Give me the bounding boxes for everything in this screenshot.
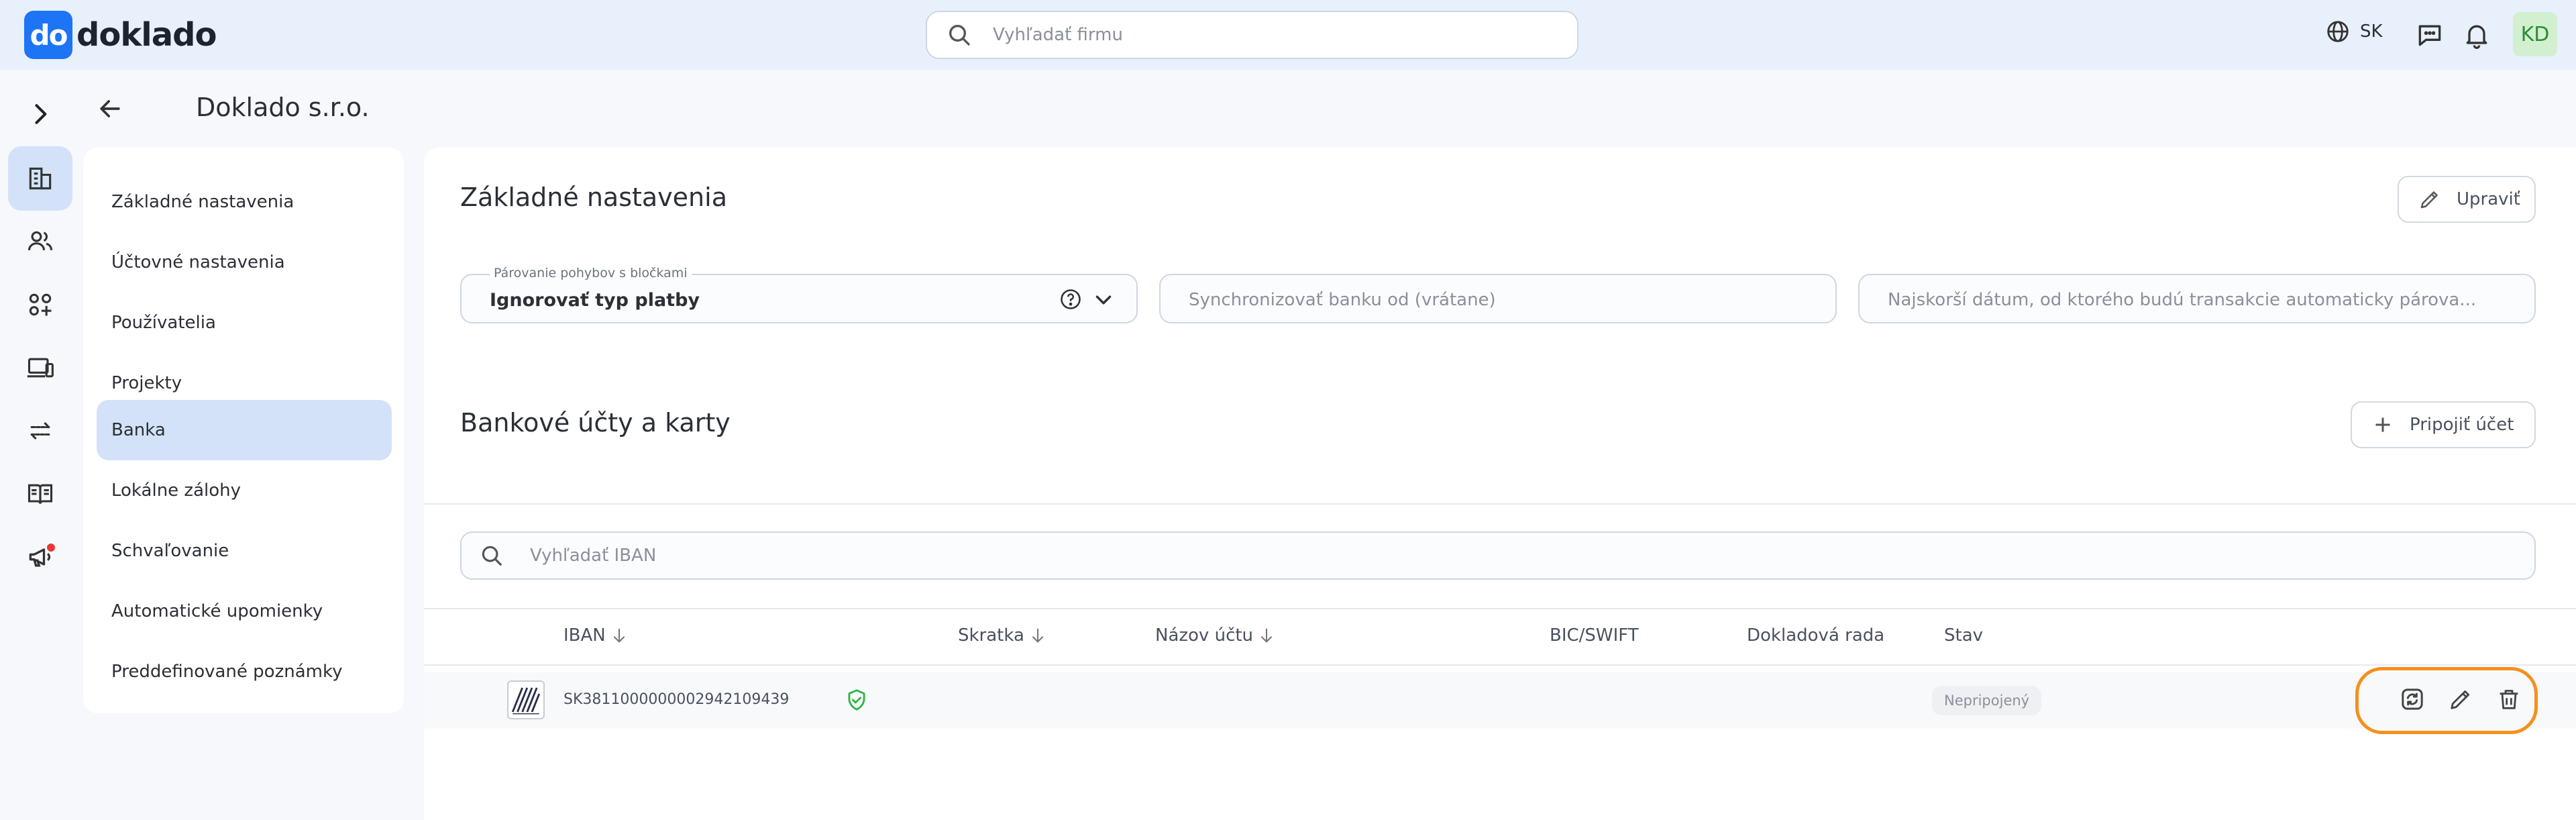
- book-icon[interactable]: [8, 462, 72, 526]
- logo-mark: do: [24, 11, 72, 59]
- users-icon[interactable]: [8, 209, 72, 274]
- bank-logo: [507, 680, 545, 719]
- earliest-date-placeholder: Najskorší dátum, od ktorého budú transak…: [1888, 290, 2477, 310]
- iban-search-input[interactable]: [530, 546, 2475, 566]
- column-label: IBAN: [564, 625, 606, 646]
- trash-icon[interactable]: [2496, 686, 2522, 713]
- sync-from-placeholder: Synchronizovať banku od (vrátane): [1189, 290, 1496, 310]
- column-label: Skratka: [958, 625, 1024, 646]
- expand-sidebar-icon[interactable]: [8, 82, 72, 146]
- pencil-icon: [2420, 191, 2438, 209]
- column-header-iban[interactable]: IBAN: [564, 625, 629, 646]
- company-search-input[interactable]: [993, 25, 1529, 45]
- bank-accounts-title: Bankové účty a karty: [460, 408, 731, 438]
- status-badge: Nepripojený: [1932, 686, 2042, 715]
- search-icon: [482, 546, 502, 566]
- main-panel: Základné nastavenia Upraviť Párovanie po…: [424, 148, 2576, 820]
- nav-item-local-backups[interactable]: Lokálne zálohy: [97, 460, 392, 521]
- devices-icon[interactable]: [8, 336, 72, 400]
- language-code: SK: [2360, 21, 2383, 42]
- column-label: BIC/SWIFT: [1550, 625, 1639, 646]
- chevron-down-icon[interactable]: [1091, 287, 1116, 313]
- plus-icon: [2375, 417, 2390, 432]
- logo-text: doklado: [76, 16, 217, 54]
- transfers-icon[interactable]: [8, 399, 72, 463]
- company-search[interactable]: [926, 11, 1578, 59]
- earliest-date-field[interactable]: Najskorší dátum, od ktorého budú transak…: [1858, 274, 2536, 323]
- top-bar: do doklado SK KD: [0, 0, 2576, 70]
- column-label: Stav: [1944, 625, 1984, 646]
- column-header-bic: BIC/SWIFT: [1550, 625, 1639, 646]
- edit-pencil-icon[interactable]: [2447, 686, 2474, 713]
- column-header-account-name[interactable]: Názov účtu: [1155, 625, 1276, 646]
- sort-arrow-icon: [613, 628, 625, 643]
- connect-account-button[interactable]: Pripojiť účet: [2351, 401, 2536, 448]
- announcements-icon[interactable]: [8, 525, 72, 589]
- notification-dot: [47, 544, 55, 552]
- app-logo[interactable]: do doklado: [24, 11, 217, 59]
- nav-item-notes[interactable]: Preddefinované poznámky: [97, 642, 392, 702]
- companies-icon[interactable]: [8, 146, 72, 211]
- column-header-skratka[interactable]: Skratka: [958, 625, 1047, 646]
- header-divider: [424, 664, 2576, 666]
- connect-account-label: Pripojiť účet: [2410, 415, 2514, 435]
- column-label: Názov účtu: [1155, 625, 1254, 646]
- avatar[interactable]: KD: [2513, 12, 2557, 56]
- column-header-series: Dokladová rada: [1747, 625, 1884, 646]
- table-divider: [424, 608, 2576, 609]
- bell-icon[interactable]: [2462, 20, 2491, 50]
- pairing-label: Párovanie pohybov s bločkami: [490, 266, 692, 280]
- search-icon: [946, 21, 973, 48]
- iban-search[interactable]: [460, 531, 2536, 580]
- edit-button-label: Upraviť: [2457, 189, 2520, 209]
- language-switcher[interactable]: SK: [2325, 19, 2383, 44]
- column-header-status: Stav: [1944, 625, 1983, 646]
- help-icon[interactable]: [1059, 287, 1083, 311]
- apps-icon[interactable]: [8, 272, 72, 337]
- iban-value: SK3811000000002942109439: [564, 691, 790, 708]
- settings-nav: Základné nastavenia Účtovné nastavenia P…: [83, 148, 404, 713]
- verified-shield-icon: [844, 687, 869, 713]
- basic-settings-title: Základné nastavenia: [460, 183, 727, 212]
- table-row[interactable]: SK3811000000002942109439 Nepripojený: [424, 667, 2576, 734]
- sync-icon[interactable]: [2399, 686, 2426, 713]
- edit-button[interactable]: Upraviť: [2398, 176, 2536, 223]
- sync-from-field[interactable]: Synchronizovať banku od (vrátane): [1159, 274, 1837, 323]
- chat-icon[interactable]: [2415, 20, 2445, 50]
- back-arrow-icon[interactable]: [95, 94, 125, 123]
- column-label: Dokladová rada: [1747, 625, 1885, 646]
- globe-icon: [2325, 19, 2351, 44]
- pairing-select[interactable]: Párovanie pohybov s bločkami Ignorovať t…: [460, 266, 1138, 323]
- sort-arrow-icon: [1260, 628, 1273, 643]
- nav-item-bank[interactable]: Banka: [97, 400, 392, 460]
- nav-item-basic[interactable]: Základné nastavenia: [97, 172, 392, 232]
- sort-arrow-icon: [1032, 628, 1043, 643]
- page-title: Doklado s.r.o.: [196, 93, 370, 122]
- nav-item-reminders[interactable]: Automatické upomienky: [97, 581, 392, 642]
- section-divider: [424, 503, 2576, 505]
- nav-item-accounting[interactable]: Účtovné nastavenia: [97, 232, 392, 293]
- pairing-value: Ignorovať typ platby: [490, 290, 700, 311]
- nav-item-approval[interactable]: Schvaľovanie: [97, 521, 392, 581]
- nav-item-users[interactable]: Používatelia: [97, 293, 392, 353]
